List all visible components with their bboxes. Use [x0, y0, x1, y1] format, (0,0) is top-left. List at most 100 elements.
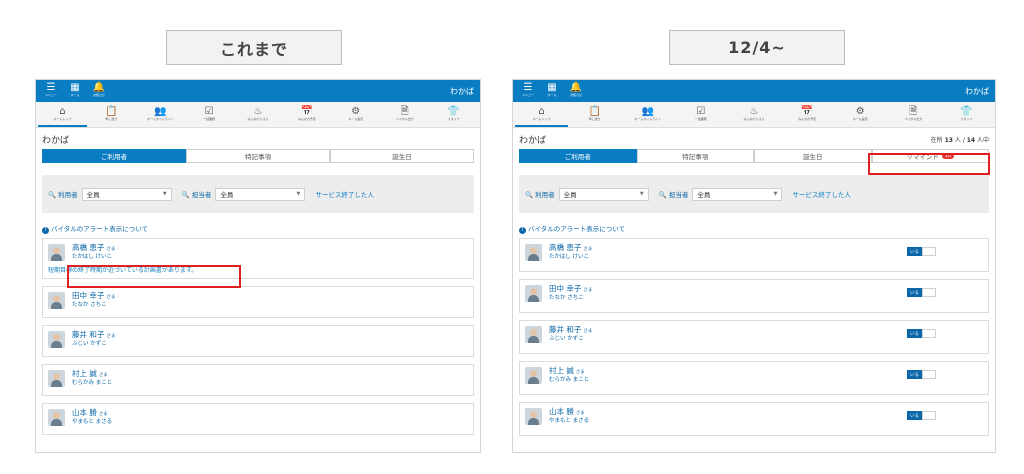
- home-icon: ⌂: [59, 105, 66, 117]
- ended-service-link[interactable]: サービス終了した人: [792, 189, 851, 199]
- list-item[interactable]: 田中 幸子 さま たなか さちこ: [42, 286, 474, 318]
- user-filter-label: 🔍 利用者: [525, 191, 555, 199]
- tab-birthdays[interactable]: 誕生日: [330, 149, 474, 163]
- toolbar-staff[interactable]: 👕 スタッフ: [429, 102, 478, 127]
- notification-button[interactable]: 🔔 お知らせ: [90, 83, 108, 99]
- toolbar-schedule[interactable]: 📅 みんなの予定: [781, 102, 834, 127]
- app-bar: ☰ メニュー ▦ ホーム 🔔 お知らせ わかば: [513, 80, 995, 102]
- before-label-banner: これまで: [166, 30, 342, 65]
- toolbar-bulk[interactable]: ☑ 一括業務: [674, 102, 727, 127]
- tab-notes[interactable]: 特記事項: [636, 149, 754, 163]
- checklist-icon: ☑: [204, 105, 214, 117]
- user-list: 高橋 恵子 さま たかはし けいこ いる 田中 幸子 さま たなか さちこ いる 藤…: [519, 238, 989, 436]
- avatar: [525, 325, 542, 343]
- grid-icon: ▦: [547, 82, 557, 93]
- tab-birthdays[interactable]: 誕生日: [754, 149, 872, 163]
- user-name: 藤井 和子 さま: [72, 330, 116, 339]
- tab-bar: ご利用者 特記事項 誕生日: [42, 149, 474, 163]
- home-grid-button[interactable]: ▦ ホーム: [66, 83, 84, 99]
- user-name: 村上 誠さま: [72, 369, 108, 378]
- list-item[interactable]: 山本 勝さま やまもと まさる: [42, 403, 474, 435]
- toolbar-rhythm[interactable]: ♨ みんなのリズム: [727, 102, 780, 127]
- tab-users[interactable]: ご利用者: [42, 149, 186, 163]
- avatar: [48, 408, 65, 426]
- toolbar-bulk[interactable]: ☑ 一括業務: [185, 102, 234, 127]
- toolbar-schedule[interactable]: 📅 みんなの予定: [282, 102, 331, 127]
- list-item[interactable]: 村上 誠さま むらかみ まこと いる: [519, 361, 989, 395]
- document-icon: 🗎: [909, 105, 918, 117]
- gear-icon: ⚙: [855, 105, 865, 117]
- toolbar-settings[interactable]: ⚙ ホーム設定: [331, 102, 380, 127]
- home-icon: ⌂: [538, 105, 545, 117]
- filter-bar: 🔍 利用者 全員 ▼ 🔍 担当者 全員 ▼ サービス終了した人: [42, 175, 474, 213]
- presence-toggle[interactable]: いる: [907, 370, 936, 379]
- tab-notes[interactable]: 特記事項: [186, 149, 330, 163]
- home-grid-button[interactable]: ▦ ホーム: [543, 83, 561, 99]
- toolbar-rhythm[interactable]: ♨ みんなのリズム: [234, 102, 283, 127]
- list-item[interactable]: 高橋 恵子 さま たかはし けいこ いる: [519, 238, 989, 272]
- vital-alert-help-link[interactable]: ? バイタルのアラート表示について: [42, 223, 474, 234]
- staff-filter-select[interactable]: 全員 ▼: [692, 187, 783, 201]
- person-rhythm-icon: ♨: [749, 105, 759, 117]
- list-item[interactable]: 藤井 和子 さま ふじい かずこ いる: [519, 320, 989, 354]
- menu-button[interactable]: ☰ メニュー: [42, 83, 60, 99]
- ended-service-link[interactable]: サービス終了した人: [315, 189, 374, 199]
- user-name: 山本 勝さま: [72, 408, 108, 417]
- toolbar-handover[interactable]: 📋 申し送り: [87, 102, 136, 127]
- after-screen: ☰ メニュー ▦ ホーム 🔔 お知らせ わかば ⌂ ホームトップ 📋 申し送り 👥 ホームタ…: [512, 79, 996, 453]
- list-item[interactable]: 藤井 和子 さま ふじい かずこ: [42, 325, 474, 357]
- after-label-banner: 12/4~: [669, 30, 845, 65]
- avatar: [48, 330, 65, 348]
- user-filter-select[interactable]: 全員 ▼: [558, 187, 649, 201]
- user-kana: やまもと まさる: [549, 418, 590, 424]
- toolbar-timeline[interactable]: 👥 ホームタイムライン: [136, 102, 185, 127]
- grid-icon: ▦: [70, 82, 80, 93]
- avatar: [525, 243, 542, 261]
- main-toolbar: ⌂ ホームトップ 📋 申し送り 👥 ホームタイムライン ☑ 一括業務 ♨ みんなのリズム …: [36, 102, 480, 128]
- clipboard-icon: 📋: [105, 105, 118, 117]
- user-filter-label: 🔍 利用者: [48, 191, 78, 199]
- presence-toggle[interactable]: いる: [907, 411, 936, 420]
- list-item[interactable]: 村上 誠さま むらかみ まこと: [42, 364, 474, 396]
- tab-users[interactable]: ご利用者: [519, 149, 637, 163]
- user-kana: むらかみ まこと: [72, 380, 113, 386]
- toolbar-vital-export[interactable]: 🗎 バイタル出力: [380, 102, 429, 127]
- list-item[interactable]: 山本 勝さま やまもと まさる いる: [519, 402, 989, 436]
- highlight-box-remind-tab: [868, 153, 990, 175]
- question-icon: ?: [42, 227, 49, 234]
- toolbar-handover[interactable]: 📋 申し送り: [568, 102, 621, 127]
- vital-alert-help-link[interactable]: ? バイタルのアラート表示について: [519, 223, 989, 234]
- toolbar-vital-export[interactable]: 🗎 バイタル出力: [887, 102, 940, 127]
- app-bar: ☰ メニュー ▦ ホーム 🔔 お知らせ わかば: [36, 80, 480, 102]
- user-name: 藤井 和子 さま: [549, 325, 593, 334]
- user-kana: たかはし けいこ: [549, 254, 590, 260]
- user-name: 高橋 恵子 さま: [549, 243, 593, 252]
- avatar: [48, 369, 65, 387]
- presence-toggle[interactable]: いる: [907, 288, 936, 297]
- list-item[interactable]: 田中 幸子 さま たなか さちこ いる: [519, 279, 989, 313]
- user-name: 村上 誠さま: [549, 366, 585, 375]
- toolbar-timeline[interactable]: 👥 ホームタイムライン: [621, 102, 674, 127]
- presence-toggle[interactable]: いる: [907, 329, 936, 338]
- staff-icon: 👕: [960, 105, 973, 117]
- toolbar-staff[interactable]: 👕 スタッフ: [940, 102, 993, 127]
- menu-button[interactable]: ☰ メニュー: [519, 83, 537, 99]
- user-kana: ふじい かずこ: [72, 341, 107, 347]
- menu-icon: ☰: [523, 82, 533, 93]
- document-icon: 🗎: [400, 105, 409, 117]
- notification-button[interactable]: 🔔 お知らせ: [567, 83, 585, 99]
- avatar: [525, 407, 542, 425]
- toolbar-home[interactable]: ⌂ ホームトップ: [38, 102, 87, 127]
- user-name: 高橋 恵子 さま: [72, 243, 116, 252]
- user-filter-select[interactable]: 全員 ▼: [81, 187, 172, 201]
- staff-filter-select[interactable]: 全員 ▼: [215, 187, 306, 201]
- chevron-down-icon: ▼: [296, 191, 301, 197]
- user-kana: ふじい かずこ: [549, 336, 584, 342]
- toolbar-settings[interactable]: ⚙ ホーム設定: [834, 102, 887, 127]
- menu-icon: ☰: [46, 82, 56, 93]
- people-icon: 👥: [154, 105, 167, 117]
- toolbar-home[interactable]: ⌂ ホームトップ: [515, 102, 569, 127]
- occupancy-count: 在所 13 人 / 14 人中: [930, 136, 989, 144]
- checklist-icon: ☑: [696, 105, 706, 117]
- presence-toggle[interactable]: いる: [907, 247, 936, 256]
